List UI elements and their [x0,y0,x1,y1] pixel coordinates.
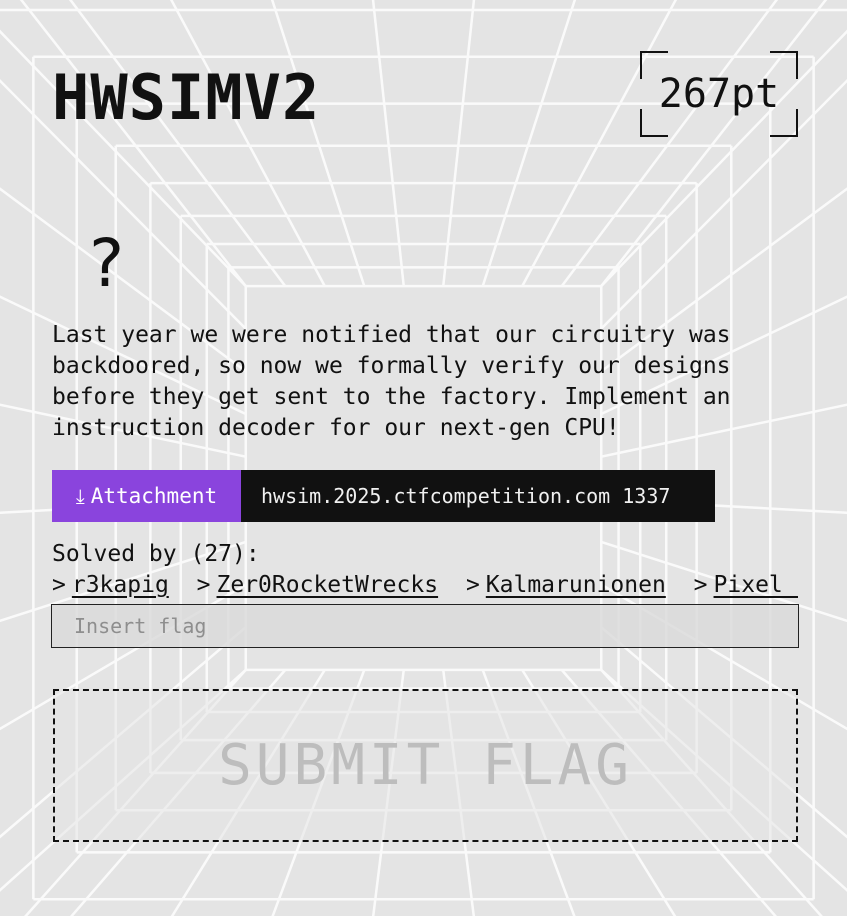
solver-team-link[interactable]: r3kapig [72,572,169,598]
points-badge: 267pt [640,51,798,137]
chevron-right-icon: > [196,572,211,598]
chevron-right-icon: > [465,572,480,598]
solved-by-label: Solved by (27): [52,541,260,567]
question-mark-icon: ? [86,225,126,302]
solver-item: >Pixel Pe [694,571,798,599]
solvers-list: > r3kapig > Zer0RocketWrecks > Kalmarunione… [52,571,798,603]
challenge-title: HWSIMV2 [52,61,321,134]
attachment-row: ⤓ Attachment hwsim.2025.ctfcompetition.c… [52,470,715,522]
solver-team-link[interactable]: Kalmarunionen [486,572,666,598]
solver-item: > Zer0RocketWrecks [197,571,438,599]
points-value: 267pt [658,71,780,117]
chevron-right-icon: > [52,572,66,598]
solver-team-link[interactable]: Zer0RocketWrecks [217,572,439,598]
challenge-description: Last year we were notified that our circ… [52,322,731,441]
attachment-label: Attachment [90,484,218,508]
download-icon: ⤓ [75,484,85,508]
attachment-button[interactable]: ⤓ Attachment [52,470,241,522]
chevron-right-icon: > [693,572,708,598]
submit-flag-button[interactable]: SUBMIT FLAG [53,689,798,842]
solver-team-link[interactable]: Pixel Pe [714,572,798,598]
connection-string[interactable]: hwsim.2025.ctfcompetition.com 1337 [241,470,715,522]
solver-item: > r3kapig [52,571,169,599]
solver-item: > Kalmarunionen [466,571,666,599]
challenge-card: HWSIMV2 267pt ? Last year we were notifi… [0,0,847,916]
submit-flag-label: SUBMIT FLAG [218,733,633,798]
flag-input[interactable] [51,604,799,648]
